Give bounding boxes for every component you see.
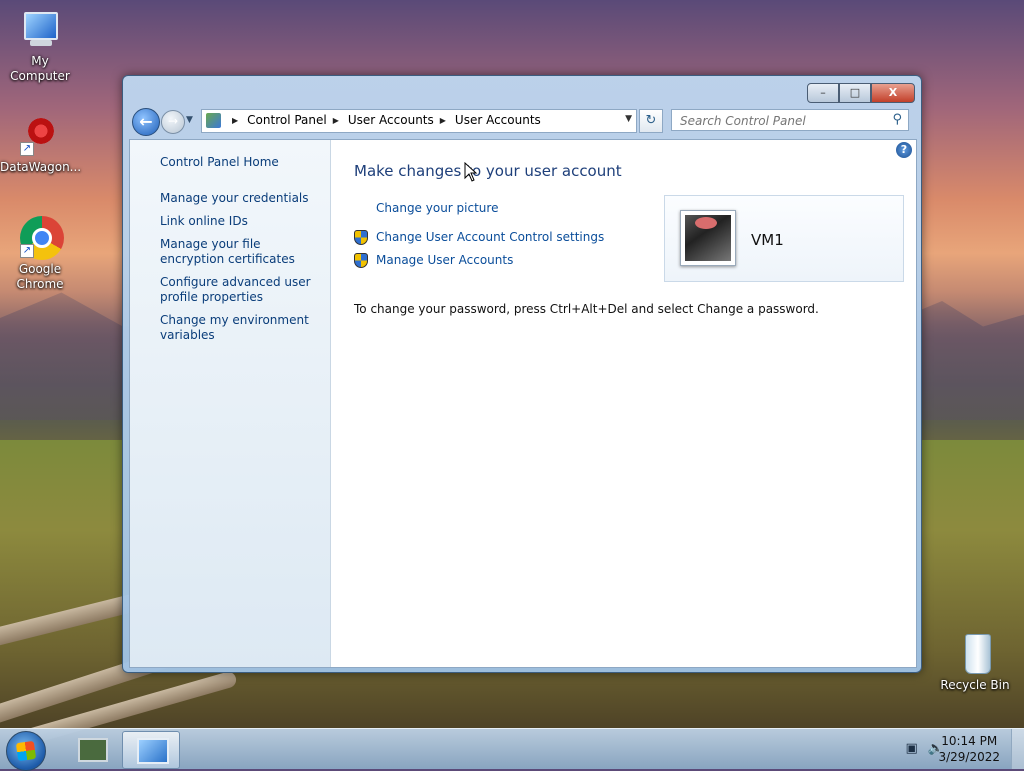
clock-time: 10:14 PM xyxy=(941,734,998,748)
desktop-icon-label: My Computer xyxy=(10,54,70,83)
desktop-icon-google-chrome[interactable]: ↗ Google Chrome xyxy=(0,216,80,292)
uac-settings-link[interactable]: Change User Account Control settings xyxy=(376,230,604,244)
control-panel-app-icon xyxy=(137,738,169,764)
breadcrumb-separator-icon[interactable]: ▶ xyxy=(333,116,339,125)
navigation-bar: ← → ▼ ▶ Control Panel ▶ User Accounts ▶ … xyxy=(131,107,913,136)
window-content: Control Panel Home Manage your credentia… xyxy=(129,139,917,668)
recycle-bin-icon xyxy=(953,632,997,676)
magnifier-icon[interactable]: ⚲ xyxy=(892,112,902,127)
environment-variables-link[interactable]: Change my environment variables xyxy=(160,313,320,343)
control-panel-home-link[interactable]: Control Panel Home xyxy=(160,155,320,170)
start-button[interactable] xyxy=(6,731,46,771)
shortcut-arrow-icon: ↗ xyxy=(20,244,34,258)
control-panel-window: – □ X ← → ▼ ▶ Control Panel ▶ User Accou… xyxy=(122,75,922,673)
manage-user-accounts-link[interactable]: Manage User Accounts xyxy=(376,253,513,267)
page-title: Make changes to your user account xyxy=(354,162,622,180)
desktop-icon-label: Google Chrome xyxy=(16,262,64,291)
taskbar-app-datawagon[interactable] xyxy=(62,731,118,767)
breadcrumb-user-accounts-current[interactable]: User Accounts xyxy=(455,113,541,127)
control-panel-icon xyxy=(206,113,221,128)
address-dropdown-icon[interactable]: ▼ xyxy=(625,114,632,124)
taskbar-app-control-panel[interactable] xyxy=(122,731,180,769)
back-button[interactable]: ← xyxy=(132,108,160,136)
change-picture-link[interactable]: Change your picture xyxy=(376,201,498,215)
show-desktop-button[interactable] xyxy=(1011,729,1024,769)
chrome-icon: ↗ xyxy=(18,216,64,260)
back-arrow-icon: ← xyxy=(139,112,153,131)
windows-logo-icon xyxy=(15,740,37,762)
advanced-profile-link[interactable]: Configure advanced user profile properti… xyxy=(160,275,320,305)
minimize-button[interactable]: – xyxy=(807,83,839,103)
datawagon-icon: ↗ xyxy=(18,114,62,158)
file-encryption-link[interactable]: Manage your file encryption certificates xyxy=(160,237,320,267)
breadcrumb: ▶ Control Panel ▶ User Accounts ▶ User A… xyxy=(226,113,541,127)
breadcrumb-separator-icon[interactable]: ▶ xyxy=(232,116,238,125)
desktop-icon-my-computer[interactable]: My Computer xyxy=(0,8,80,84)
computer-icon xyxy=(18,8,62,52)
search-box[interactable]: ⚲ xyxy=(671,109,909,131)
user-account-tile: VM1 xyxy=(664,195,904,282)
close-button[interactable]: X xyxy=(871,83,915,103)
clock-date: 3/29/2022 xyxy=(938,750,1000,764)
refresh-button[interactable]: ↻ xyxy=(639,109,663,133)
breadcrumb-user-accounts[interactable]: User Accounts xyxy=(348,113,434,127)
search-input[interactable] xyxy=(678,111,882,131)
link-online-ids-link[interactable]: Link online IDs xyxy=(160,214,320,229)
task-pane: Control Panel Home Manage your credentia… xyxy=(130,140,331,667)
forward-arrow-icon: → xyxy=(167,114,179,128)
forward-button[interactable]: → xyxy=(161,110,185,134)
uac-shield-icon xyxy=(354,253,368,268)
clock[interactable]: 10:14 PM 3/29/2022 xyxy=(938,733,1000,765)
desktop-icon-label: Recycle Bin xyxy=(940,678,1010,692)
desktop-icon-datawagon[interactable]: ↗ DataWagon... xyxy=(0,114,82,175)
maximize-button[interactable]: □ xyxy=(839,83,871,103)
password-instructions: To change your password, press Ctrl+Alt+… xyxy=(354,302,819,316)
user-picture-avatar[interactable] xyxy=(680,210,736,266)
recent-pages-dropdown[interactable]: ▼ xyxy=(186,115,193,125)
desktop-icon-label: DataWagon... xyxy=(0,160,82,174)
taskbar: ▣ 🔊 10:14 PM 3/29/2022 xyxy=(0,728,1024,771)
breadcrumb-separator-icon[interactable]: ▶ xyxy=(440,116,446,125)
network-icon[interactable]: ▣ xyxy=(906,741,918,756)
window-controls: – □ X xyxy=(807,83,915,103)
desktop-icon-recycle-bin[interactable]: Recycle Bin xyxy=(935,632,1015,693)
help-icon[interactable]: ? xyxy=(896,142,912,158)
datawagon-app-icon xyxy=(78,738,108,762)
address-bar[interactable]: ▶ Control Panel ▶ User Accounts ▶ User A… xyxy=(201,109,637,133)
main-pane: ? Make changes to your user account Chan… xyxy=(331,140,916,667)
manage-credentials-link[interactable]: Manage your credentials xyxy=(160,191,320,206)
refresh-icon: ↻ xyxy=(645,113,657,128)
uac-shield-icon xyxy=(354,230,368,245)
user-name: VM1 xyxy=(751,231,784,249)
shortcut-arrow-icon: ↗ xyxy=(20,142,34,156)
breadcrumb-control-panel[interactable]: Control Panel xyxy=(247,113,327,127)
